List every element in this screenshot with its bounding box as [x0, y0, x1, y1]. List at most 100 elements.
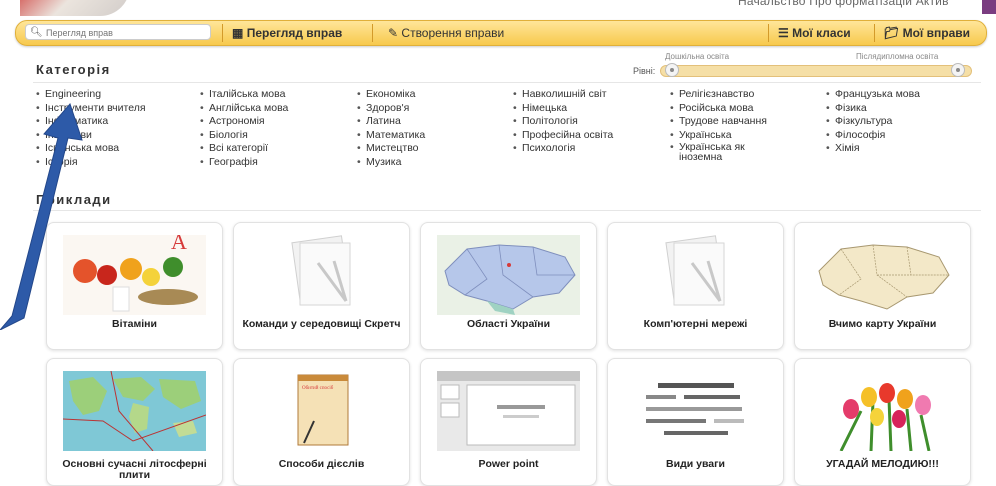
vitamins-image: A [63, 235, 206, 315]
category-link[interactable]: Психологія [513, 142, 613, 156]
example-card[interactable]: Команди у середовищі Скретч [233, 222, 410, 350]
category-link[interactable]: Математика [357, 129, 425, 143]
level-min-label: Дошкільна освіта [665, 52, 730, 61]
category-link[interactable]: Астрономія [200, 115, 288, 129]
nav-separator [874, 24, 875, 42]
create-exercise-label: Створення вправи [401, 26, 505, 40]
category-link[interactable]: Інформатика [36, 115, 146, 129]
category-link[interactable]: Мистецтво [357, 142, 425, 156]
create-exercise-tab[interactable]: ✎ Створення вправи [388, 21, 504, 45]
card-title: Команди у середовищі Скретч [242, 318, 401, 330]
browse-exercises-label: Перегляд вправ [246, 26, 343, 40]
examples-title: Приклади [36, 192, 112, 207]
example-card[interactable]: Обитий спосіб Способи дієслів [233, 358, 410, 486]
my-classes-label: Мої класи [792, 26, 851, 40]
search-input[interactable] [44, 27, 198, 39]
category-link[interactable]: Латина [357, 115, 425, 129]
category-column-2: Італійська мова Англійська мова Астроном… [200, 88, 288, 169]
category-link[interactable]: Німецька [513, 102, 613, 116]
card-title: УГАДАЙ МЕЛОДИЮ!!! [826, 458, 939, 470]
divider [33, 210, 981, 211]
card-title: Способи дієслів [278, 458, 365, 470]
example-card[interactable]: A Вітаміни [46, 222, 223, 350]
example-card[interactable]: УГАДАЙ МЕЛОДИЮ!!! [794, 358, 971, 486]
search-icon: 🔍︎ [30, 27, 43, 38]
pencil-icon: ✎ [388, 26, 399, 40]
svg-text:Обитий спосіб: Обитий спосіб [302, 386, 334, 391]
my-exercises-label: Мої вправи [902, 26, 970, 40]
category-column-1: Engineering Інструменти вчителя Інформат… [36, 88, 146, 169]
browse-exercises-tab[interactable]: ▦ Перегляд вправ [232, 21, 342, 45]
example-card[interactable]: Вчимо карту України [794, 222, 971, 350]
category-link[interactable]: Історія [36, 156, 146, 170]
example-card[interactable]: Основні сучасні літосферні плити [46, 358, 223, 486]
category-column-5: Релігієзнавство Російська мова Трудове н… [670, 88, 789, 165]
category-link[interactable]: Географія [200, 156, 288, 170]
avatar[interactable] [982, 0, 996, 14]
notepad-image: Обитий спосіб [250, 371, 393, 451]
level-range-slider[interactable] [660, 63, 972, 77]
category-link[interactable]: Фізика [826, 102, 920, 116]
card-title: Вчимо карту України [828, 318, 937, 330]
category-link[interactable]: Англійська мова [200, 102, 288, 116]
example-card[interactable]: Комп'ютерні мережі [607, 222, 784, 350]
slider-max-handle[interactable] [951, 63, 965, 77]
category-title: Категорія [36, 62, 111, 77]
category-link[interactable]: Навколишній світ [513, 88, 613, 102]
top-strip: Начальство Про форматізаціи Актив [0, 0, 996, 18]
category-link[interactable]: Іспанська мова [36, 142, 146, 156]
nav-separator [768, 24, 769, 42]
search-box[interactable]: 🔍︎ [25, 24, 211, 40]
category-link[interactable]: Філософія [826, 129, 920, 143]
document-icon [291, 235, 351, 306]
category-link[interactable]: Інструменти вчителя [36, 102, 146, 116]
presentation-image [437, 371, 580, 451]
my-exercises-tab[interactable]: 📁︎ Мої вправи [884, 21, 970, 45]
category-link[interactable]: Російська мова [670, 102, 789, 116]
nav-separator [372, 24, 373, 42]
tectonic-map-image [63, 371, 206, 451]
category-link[interactable]: Інші мови [36, 129, 146, 143]
levels-label: Рівні: [633, 66, 656, 76]
example-card[interactable]: Види уваги [607, 358, 784, 486]
grid-icon: ▦ [232, 26, 244, 40]
example-card[interactable]: Power point [420, 358, 597, 486]
category-link[interactable]: Українська [670, 129, 789, 143]
category-link[interactable]: Біологія [200, 129, 288, 143]
example-card[interactable]: Області України [420, 222, 597, 350]
category-link[interactable]: Політологія [513, 115, 613, 129]
category-link[interactable]: Всі категорії [200, 142, 288, 156]
category-link[interactable]: Трудове навчання [670, 115, 789, 129]
card-title: Power point [478, 458, 539, 470]
category-link[interactable]: Хімія [826, 142, 920, 156]
category-link[interactable]: Економіка [357, 88, 425, 102]
divider [33, 82, 981, 83]
category-link[interactable]: Релігієзнавство [670, 88, 789, 102]
svg-text:A: A [171, 235, 187, 254]
category-column-4: Навколишній світ Німецька Політологія Пр… [513, 88, 613, 156]
category-link[interactable]: Професійна освіта [513, 129, 613, 143]
category-link[interactable]: Фізкультура [826, 115, 920, 129]
nav-separator [222, 24, 223, 42]
top-user-text: Начальство Про форматізаціи Актив [738, 0, 949, 8]
card-title: Основні сучасні літосферні плити [62, 458, 207, 481]
level-max-label: Післядипломна освіта [856, 52, 939, 61]
logo-image [20, 0, 130, 16]
category-link[interactable]: Engineering [36, 88, 146, 102]
card-title: Області України [466, 318, 551, 330]
card-title: Види уваги [666, 458, 725, 470]
category-link[interactable]: Французька мова [826, 88, 920, 102]
my-classes-tab[interactable]: ☰ Мої класи [778, 21, 851, 45]
map-image [811, 235, 954, 315]
tulips-image [811, 371, 954, 451]
document-icon [665, 235, 725, 306]
slider-min-handle[interactable] [665, 63, 679, 77]
category-link[interactable]: Італійська мова [200, 88, 288, 102]
category-link[interactable]: Музика [357, 156, 425, 170]
category-link[interactable]: Здоров'я [357, 102, 425, 116]
folder-icon: 📁︎ [884, 26, 900, 40]
category-link[interactable]: Українська як іноземна [670, 142, 789, 163]
card-title: Комп'ютерні мережі [643, 318, 748, 330]
nav-bar: 🔍︎ ▦ Перегляд вправ ✎ Створення вправи ☰… [15, 20, 987, 46]
card-title: Вітаміни [112, 318, 157, 330]
